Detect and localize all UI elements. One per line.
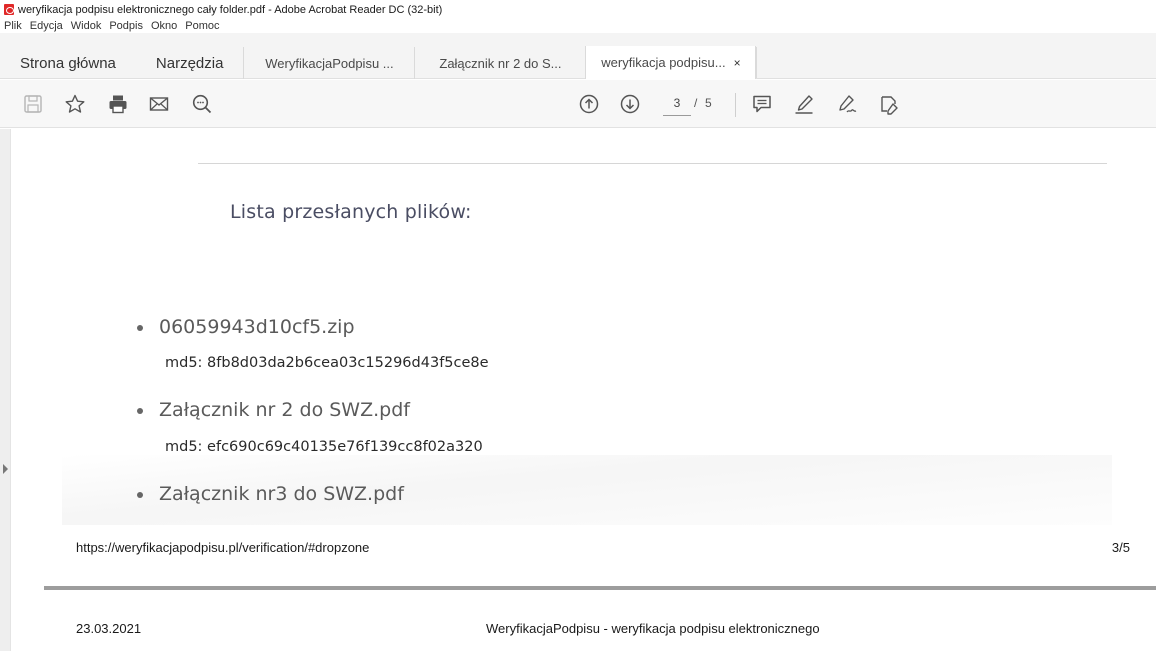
list-item: Załącznik nr3 do SWZ.pdf xyxy=(137,483,404,505)
files-heading: Lista przesłanych plików: xyxy=(230,201,472,223)
save-icon[interactable] xyxy=(21,92,45,116)
expand-arrow-icon[interactable] xyxy=(3,464,8,474)
bookmark-star-icon[interactable] xyxy=(63,92,87,116)
page-break xyxy=(44,586,1156,590)
menu-okno[interactable]: Okno xyxy=(151,20,177,32)
page-header-title: WeryfikacjaPodpisu - weryfikacja podpisu… xyxy=(486,621,820,636)
menu-pomoc[interactable]: Pomoc xyxy=(185,20,219,32)
window-title: weryfikacja podpisu elektronicznego cały… xyxy=(18,3,443,16)
bullet-icon xyxy=(137,325,143,331)
menu-edycja[interactable]: Edycja xyxy=(30,20,63,32)
page-header-date: 23.03.2021 xyxy=(76,621,142,636)
menu-plik[interactable]: Plik xyxy=(4,20,22,32)
toolbar-divider xyxy=(735,93,736,117)
close-icon[interactable]: × xyxy=(734,56,741,70)
page-down-icon[interactable] xyxy=(618,92,642,116)
tab-label: WeryfikacjaPodpisu ... xyxy=(265,55,394,71)
page-separator: / xyxy=(694,96,698,110)
document-page: Lista przesłanych plików: 06059943d10cf5… xyxy=(16,129,1156,651)
file-md5: md5: 8fb8d03da2b6cea03c15296d43f5ce8e xyxy=(165,355,489,371)
tab-document-1[interactable]: WeryfikacjaPodpisu ... xyxy=(243,47,414,79)
email-icon[interactable] xyxy=(147,92,171,116)
tab-tools[interactable]: Narzędzia xyxy=(136,47,244,79)
list-item: Załącznik nr 2 do SWZ.pdf xyxy=(137,399,410,421)
zoom-search-icon[interactable] xyxy=(190,92,214,116)
menu-podpis[interactable]: Podpis xyxy=(109,20,143,32)
print-icon[interactable] xyxy=(106,92,130,116)
current-page-input[interactable]: 3 xyxy=(663,96,691,116)
left-panel-toggle[interactable] xyxy=(0,129,11,651)
file-md5: md5: efc690c69c40135e76f139cc8f02a320 xyxy=(165,439,483,455)
tab-label: weryfikacja podpisu... xyxy=(601,55,726,70)
highlight-pen-icon[interactable] xyxy=(792,92,816,116)
file-name: Załącznik nr 2 do SWZ.pdf xyxy=(159,399,410,421)
toolbar: 3 / 5 xyxy=(0,80,1156,128)
divider-line xyxy=(198,163,1107,164)
tab-home[interactable]: Strona główna xyxy=(0,47,136,79)
acrobat-pdf-icon xyxy=(4,4,14,15)
tab-bar: Strona główna Narzędzia WeryfikacjaPodpi… xyxy=(0,33,1156,79)
tab-bar-spacer xyxy=(756,47,1156,78)
tab-document-3-active[interactable]: weryfikacja podpisu... × xyxy=(585,46,757,79)
file-name: 06059943d10cf5.zip xyxy=(159,316,355,338)
page-up-icon[interactable] xyxy=(577,92,601,116)
fill-sign-icon[interactable] xyxy=(877,92,901,116)
file-name: Załącznik nr3 do SWZ.pdf xyxy=(159,483,404,505)
total-pages: 5 xyxy=(705,96,712,110)
comment-icon[interactable] xyxy=(750,92,774,116)
title-bar: weryfikacja podpisu elektronicznego cały… xyxy=(0,0,1156,19)
tab-label: Załącznik nr 2 do S... xyxy=(439,55,562,71)
menu-bar: Plik Edycja Widok Podpis Okno Pomoc xyxy=(0,19,228,33)
list-item: 06059943d10cf5.zip xyxy=(137,316,355,338)
page-footer-number: 3/5 xyxy=(1111,540,1130,555)
bullet-icon xyxy=(137,408,143,414)
bullet-icon xyxy=(137,492,143,498)
page-footer-url: https://weryfikacjapodpisu.pl/verificati… xyxy=(76,540,370,555)
tab-document-2[interactable]: Załącznik nr 2 do S... xyxy=(414,47,585,79)
menu-widok[interactable]: Widok xyxy=(71,20,102,32)
sign-icon[interactable] xyxy=(835,92,859,116)
